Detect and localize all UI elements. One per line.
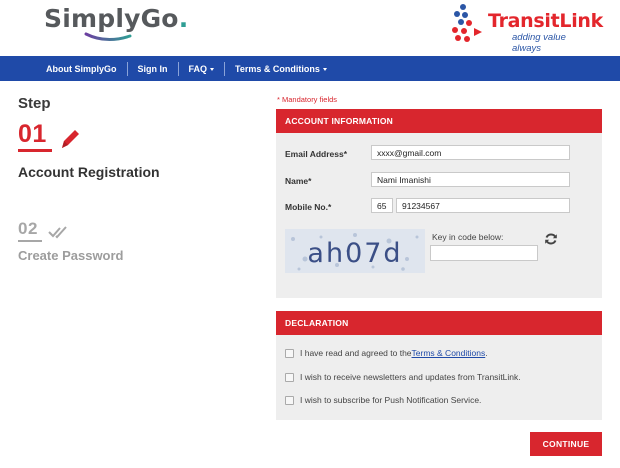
step-number-current: 01: [18, 120, 47, 148]
chevron-down-icon: [322, 67, 327, 71]
newsletter-checkbox-row[interactable]: I wish to receive newsletters and update…: [285, 372, 521, 382]
nav-about-simplygo[interactable]: About SimplyGo: [36, 61, 128, 76]
terms-checkbox[interactable]: [285, 348, 294, 358]
mandatory-note: * Mandatory fields: [277, 95, 338, 104]
terms-link[interactable]: Terms & Conditions: [412, 348, 486, 358]
newsletter-text: I wish to receive newsletters and update…: [300, 372, 521, 382]
push-checkbox[interactable]: [285, 395, 294, 405]
account-information-panel: ACCOUNT INFORMATION Email Address* Name*…: [276, 109, 602, 298]
pencil-icon: [62, 130, 79, 148]
step-number-next: 02: [18, 219, 38, 238]
step-heading: Step: [18, 95, 51, 112]
double-check-icon: [48, 226, 67, 239]
push-text: I wish to subscribe for Push Notificatio…: [300, 395, 482, 405]
logo-swoosh: [84, 32, 132, 41]
mobile-field[interactable]: [396, 198, 570, 213]
terms-text: I have read and agreed to the: [300, 348, 412, 358]
chevron-down-icon: [210, 67, 215, 71]
step-label-next: Create Password: [18, 248, 124, 263]
email-label: Email Address*: [285, 149, 348, 159]
step-current-underline: [18, 149, 52, 152]
step-label-current: Account Registration: [18, 164, 160, 180]
account-information-heading: ACCOUNT INFORMATION: [276, 109, 602, 133]
mobile-label: Mobile No.*: [285, 202, 332, 212]
main-nav: About SimplyGo Sign In FAQ Terms & Condi…: [0, 56, 620, 81]
transitlink-name: TransitLink: [488, 10, 603, 32]
terms-checkbox-row[interactable]: I have read and agreed to the Terms & Co…: [285, 348, 488, 358]
nav-terms-conditions[interactable]: Terms & Conditions: [225, 62, 337, 76]
transitlink-logo[interactable]: TransitLink adding value always: [446, 2, 603, 54]
name-label: Name*: [285, 176, 312, 186]
step-next-underline: [18, 240, 42, 242]
continue-button[interactable]: CONTINUE: [530, 432, 602, 456]
terms-period: .: [485, 348, 488, 358]
transitlink-dots-icon: [452, 4, 482, 42]
push-checkbox-row[interactable]: I wish to subscribe for Push Notificatio…: [285, 395, 481, 405]
simplygo-logo[interactable]: SimplyGo.: [44, 4, 188, 33]
captcha-text: ah07d: [307, 238, 402, 269]
nav-sign-in[interactable]: Sign In: [128, 61, 179, 76]
declaration-heading: DECLARATION: [276, 311, 602, 335]
captcha-prompt: Key in code below:: [432, 232, 504, 242]
email-field[interactable]: [371, 145, 570, 160]
refresh-icon[interactable]: [544, 232, 558, 246]
country-code-field[interactable]: [371, 198, 393, 213]
transitlink-tagline: adding value always: [512, 32, 566, 54]
captcha-input[interactable]: [430, 245, 538, 261]
declaration-panel: DECLARATION I have read and agreed to th…: [276, 311, 602, 420]
newsletter-checkbox[interactable]: [285, 372, 294, 382]
name-field[interactable]: [371, 172, 570, 187]
captcha-image: ah07d: [285, 229, 425, 273]
site-header: SimplyGo. TransitLink adding value alway…: [0, 0, 620, 56]
nav-faq[interactable]: FAQ: [179, 61, 226, 76]
